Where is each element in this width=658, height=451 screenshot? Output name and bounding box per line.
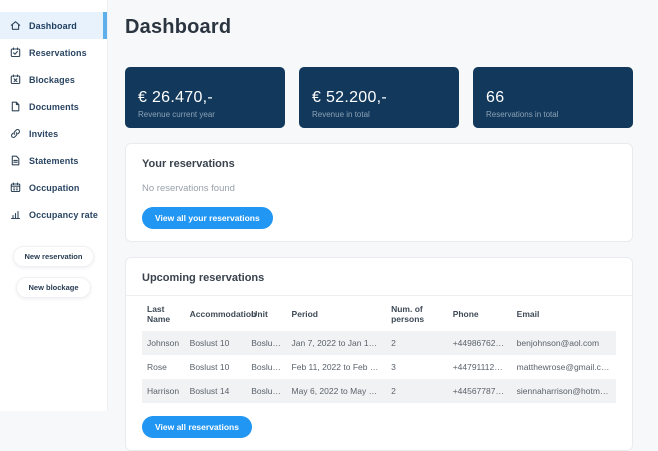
cell-email: matthewrose@gmail.com bbox=[512, 355, 616, 379]
sidebar-item-blockages[interactable]: Blockages bbox=[0, 66, 107, 93]
link-icon bbox=[9, 128, 21, 140]
cell-num-persons: 3 bbox=[386, 355, 448, 379]
cell-last-name: Rose bbox=[142, 355, 185, 379]
cell-unit: Boslust 10 bbox=[246, 331, 286, 355]
sidebar-actions: New reservation New blockage bbox=[0, 246, 107, 298]
calendar-icon bbox=[9, 182, 21, 194]
column-header-phone: Phone bbox=[448, 296, 512, 331]
stat-card-revenue-total: € 52.200,- Revenue in total bbox=[299, 67, 459, 128]
stat-card-revenue-current-year: € 26.470,- Revenue current year bbox=[125, 67, 285, 128]
sidebar-item-reservations[interactable]: Reservations bbox=[0, 39, 107, 66]
panel-title: Your reservations bbox=[142, 158, 616, 170]
sidebar-item-occupation[interactable]: Occupation bbox=[0, 174, 107, 201]
column-header-period: Period bbox=[287, 296, 387, 331]
sidebar-item-label: Dashboard bbox=[29, 21, 77, 31]
cell-period: Feb 11, 2022 to Feb 18, 2022 bbox=[287, 355, 387, 379]
calendar-check-icon bbox=[9, 47, 21, 59]
home-icon bbox=[9, 20, 21, 32]
cell-last-name: Johnson bbox=[142, 331, 185, 355]
cell-phone: +4498676254987 bbox=[448, 331, 512, 355]
cell-email: benjohnson@aol.com bbox=[512, 331, 616, 355]
new-blockage-button[interactable]: New blockage bbox=[16, 277, 90, 298]
cell-accommodation: Boslust 10 bbox=[185, 331, 247, 355]
stat-label: Revenue in total bbox=[312, 110, 449, 119]
stat-value: € 52.200,- bbox=[312, 89, 449, 107]
main-content: Dashboard € 26.470,- Revenue current yea… bbox=[108, 0, 658, 411]
column-header-accommodation: Accommodation bbox=[185, 296, 247, 331]
cell-accommodation: Boslust 10 bbox=[185, 355, 247, 379]
calendar-x-icon bbox=[9, 74, 21, 86]
stat-value: 66 bbox=[486, 89, 623, 107]
sidebar-item-label: Statements bbox=[29, 156, 79, 166]
cell-num-persons: 2 bbox=[386, 331, 448, 355]
sidebar-item-label: Reservations bbox=[29, 48, 87, 58]
cell-last-name: Harrison bbox=[142, 379, 185, 403]
sidebar-item-invites[interactable]: Invites bbox=[0, 120, 107, 147]
sidebar: Dashboard Reservations Blockages Documen… bbox=[0, 0, 108, 411]
stat-card-reservations-total: 66 Reservations in total bbox=[473, 67, 633, 128]
view-all-your-reservations-button[interactable]: View all your reservations bbox=[142, 207, 273, 229]
cell-unit: Boslust 10 bbox=[246, 355, 286, 379]
column-header-unit: Unit bbox=[246, 296, 286, 331]
column-header-last-name: Last Name bbox=[142, 296, 185, 331]
document-icon bbox=[9, 101, 21, 113]
stat-value: € 26.470,- bbox=[138, 89, 275, 107]
cell-num-persons: 2 bbox=[386, 379, 448, 403]
cell-accommodation: Boslust 14 bbox=[185, 379, 247, 403]
bar-chart-icon bbox=[9, 209, 21, 221]
cell-phone: +4456778765432 bbox=[448, 379, 512, 403]
stat-label: Revenue current year bbox=[138, 110, 275, 119]
stats-row: € 26.470,- Revenue current year € 52.200… bbox=[125, 67, 633, 128]
view-all-reservations-button[interactable]: View all reservations bbox=[142, 416, 252, 438]
sidebar-item-documents[interactable]: Documents bbox=[0, 93, 107, 120]
panel-title: Upcoming reservations bbox=[142, 272, 616, 284]
column-header-num-persons: Num. of persons bbox=[386, 296, 448, 331]
sidebar-item-label: Invites bbox=[29, 129, 58, 139]
cell-unit: Boslust 14 bbox=[246, 379, 286, 403]
upcoming-reservations-panel: Upcoming reservations Last Name Accommod… bbox=[125, 257, 633, 451]
table-row[interactable]: Johnson Boslust 10 Boslust 10 Jan 7, 202… bbox=[142, 331, 616, 355]
cell-period: May 6, 2022 to May 20, 2022 bbox=[287, 379, 387, 403]
sidebar-item-label: Occupancy rate bbox=[29, 210, 98, 220]
cell-email: siennaharrison@hotmail.com bbox=[512, 379, 616, 403]
table-header-row: Last Name Accommodation Unit Period Num.… bbox=[142, 296, 616, 331]
file-text-icon bbox=[9, 155, 21, 167]
column-header-email: Email bbox=[512, 296, 616, 331]
new-reservation-button[interactable]: New reservation bbox=[13, 246, 95, 267]
page-title: Dashboard bbox=[125, 16, 633, 39]
sidebar-item-dashboard[interactable]: Dashboard bbox=[0, 12, 107, 39]
stat-label: Reservations in total bbox=[486, 110, 623, 119]
sidebar-item-label: Blockages bbox=[29, 75, 75, 85]
sidebar-item-label: Documents bbox=[29, 102, 79, 112]
sidebar-item-statements[interactable]: Statements bbox=[0, 147, 107, 174]
table-row[interactable]: Rose Boslust 10 Boslust 10 Feb 11, 2022 … bbox=[142, 355, 616, 379]
sidebar-item-label: Occupation bbox=[29, 183, 80, 193]
your-reservations-panel: Your reservations No reservations found … bbox=[125, 143, 633, 242]
cell-period: Jan 7, 2022 to Jan 14, 2022 bbox=[287, 331, 387, 355]
table-row[interactable]: Harrison Boslust 14 Boslust 14 May 6, 20… bbox=[142, 379, 616, 403]
cell-phone: +447911123456 bbox=[448, 355, 512, 379]
upcoming-reservations-table: Last Name Accommodation Unit Period Num.… bbox=[142, 296, 616, 403]
empty-message: No reservations found bbox=[142, 183, 616, 194]
sidebar-item-occupancy-rate[interactable]: Occupancy rate bbox=[0, 201, 107, 228]
